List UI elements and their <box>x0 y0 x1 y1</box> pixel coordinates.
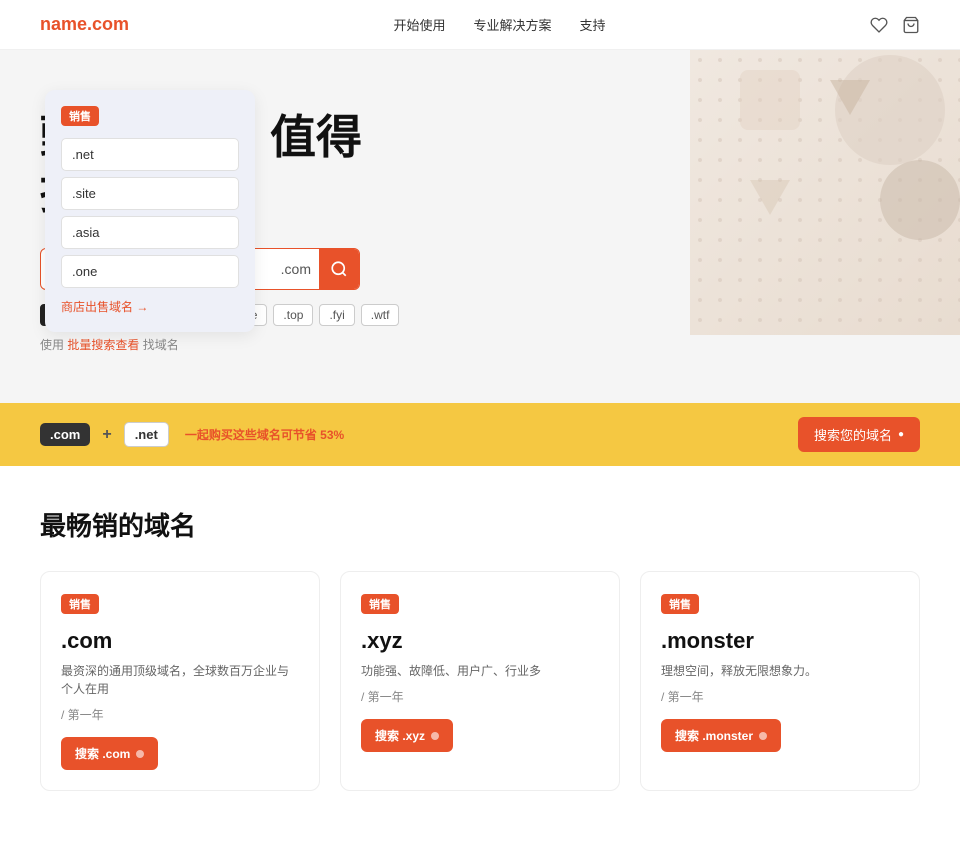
deco-background <box>690 50 960 335</box>
bundle-btn-icon: ● <box>898 429 904 440</box>
card-xyz-badge: 销售 <box>361 594 399 614</box>
card-monster-period: / 第一年 <box>661 688 899 705</box>
search-button[interactable] <box>319 249 359 289</box>
nav-support[interactable]: 支持 <box>580 15 606 34</box>
card-com-desc: 最资深的通用顶级域名，全球数百万企业与个人在用 <box>61 662 299 698</box>
search-icon <box>330 260 348 278</box>
heart-icon[interactable] <box>870 16 888 34</box>
card-com-period: / 第一年 <box>61 706 299 723</box>
card-com-badge: 销售 <box>61 594 99 614</box>
cart-icon[interactable] <box>902 16 920 34</box>
sale-item-one: .one <box>61 255 239 288</box>
card-com-domain: .com <box>61 628 299 654</box>
card-monster-btn[interactable]: 搜索 .monster <box>661 719 781 752</box>
bulk-search-link: 使用 批量搜索查看 找域名 <box>40 336 520 353</box>
bulk-link-anchor[interactable]: 批量搜索查看 <box>67 338 139 352</box>
bundle-banner: .com + .net 一起购买这些域名可节省 53% 搜索您的域名 ● <box>0 403 960 466</box>
bestsellers-title: 最畅销的域名 <box>40 506 920 543</box>
logo: name.com <box>40 14 129 35</box>
header: name.com 开始使用 专业解决方案 支持 <box>0 0 960 50</box>
card-com-btn[interactable]: 搜索 .com <box>61 737 158 770</box>
deco-svg <box>690 50 960 335</box>
card-xyz-desc: 功能强、故障低、用户广、行业多 <box>361 662 599 680</box>
header-icons <box>870 16 920 34</box>
nav-pro[interactable]: 专业解决方案 <box>474 15 552 34</box>
sale-badge: 销售 <box>61 106 99 126</box>
bundle-tags: .com + .net 一起购买这些域名可节省 53% <box>40 422 798 447</box>
btn-dot <box>136 750 144 758</box>
tag-wtf[interactable]: .wtf <box>361 304 400 326</box>
cards-container: 销售 .com 最资深的通用顶级域名，全球数百万企业与个人在用 / 第一年 搜索… <box>40 571 920 791</box>
btn-dot <box>759 732 767 740</box>
card-com: 销售 .com 最资深的通用顶级域名，全球数百万企业与个人在用 / 第一年 搜索… <box>40 571 320 791</box>
sale-item-site: .site <box>61 177 239 210</box>
sale-item-asia: .asia <box>61 216 239 249</box>
sale-panel: 销售 .net .site .asia .one 商店出售域名 <box>45 90 255 332</box>
bestsellers-section: 最畅销的域名 销售 .com 最资深的通用顶级域名，全球数百万企业与个人在用 /… <box>0 466 960 841</box>
main-nav: 开始使用 专业解决方案 支持 <box>394 15 606 34</box>
card-monster-domain: .monster <box>661 628 899 654</box>
bundle-plus: + <box>102 426 111 444</box>
search-ext: .com <box>273 261 319 277</box>
tag-fyi[interactable]: .fyi <box>319 304 354 326</box>
bundle-search-button[interactable]: 搜索您的域名 ● <box>798 417 920 452</box>
card-monster: 销售 .monster 理想空间，释放无限想象力。 / 第一年 搜索 .mons… <box>640 571 920 791</box>
card-xyz-domain: .xyz <box>361 628 599 654</box>
card-monster-badge: 销售 <box>661 594 699 614</box>
sale-item-net: .net <box>61 138 239 171</box>
hero-section: 甄选域名，值得 拥有！ .com .com .xyz .monster .onl… <box>0 50 960 403</box>
bundle-tag-com: .com <box>40 423 90 446</box>
card-xyz: 销售 .xyz 功能强、故障低、用户广、行业多 / 第一年 搜索 .xyz <box>340 571 620 791</box>
shop-link[interactable]: 商店出售域名 <box>61 300 148 314</box>
card-monster-desc: 理想空间，释放无限想象力。 <box>661 662 899 680</box>
card-xyz-btn[interactable]: 搜索 .xyz <box>361 719 453 752</box>
bundle-desc: 一起购买这些域名可节省 53% <box>185 426 344 443</box>
btn-dot <box>431 732 439 740</box>
bundle-tag-net: .net <box>124 422 169 447</box>
card-xyz-period: / 第一年 <box>361 688 599 705</box>
tag-top[interactable]: .top <box>273 304 313 326</box>
nav-start[interactable]: 开始使用 <box>394 15 446 34</box>
